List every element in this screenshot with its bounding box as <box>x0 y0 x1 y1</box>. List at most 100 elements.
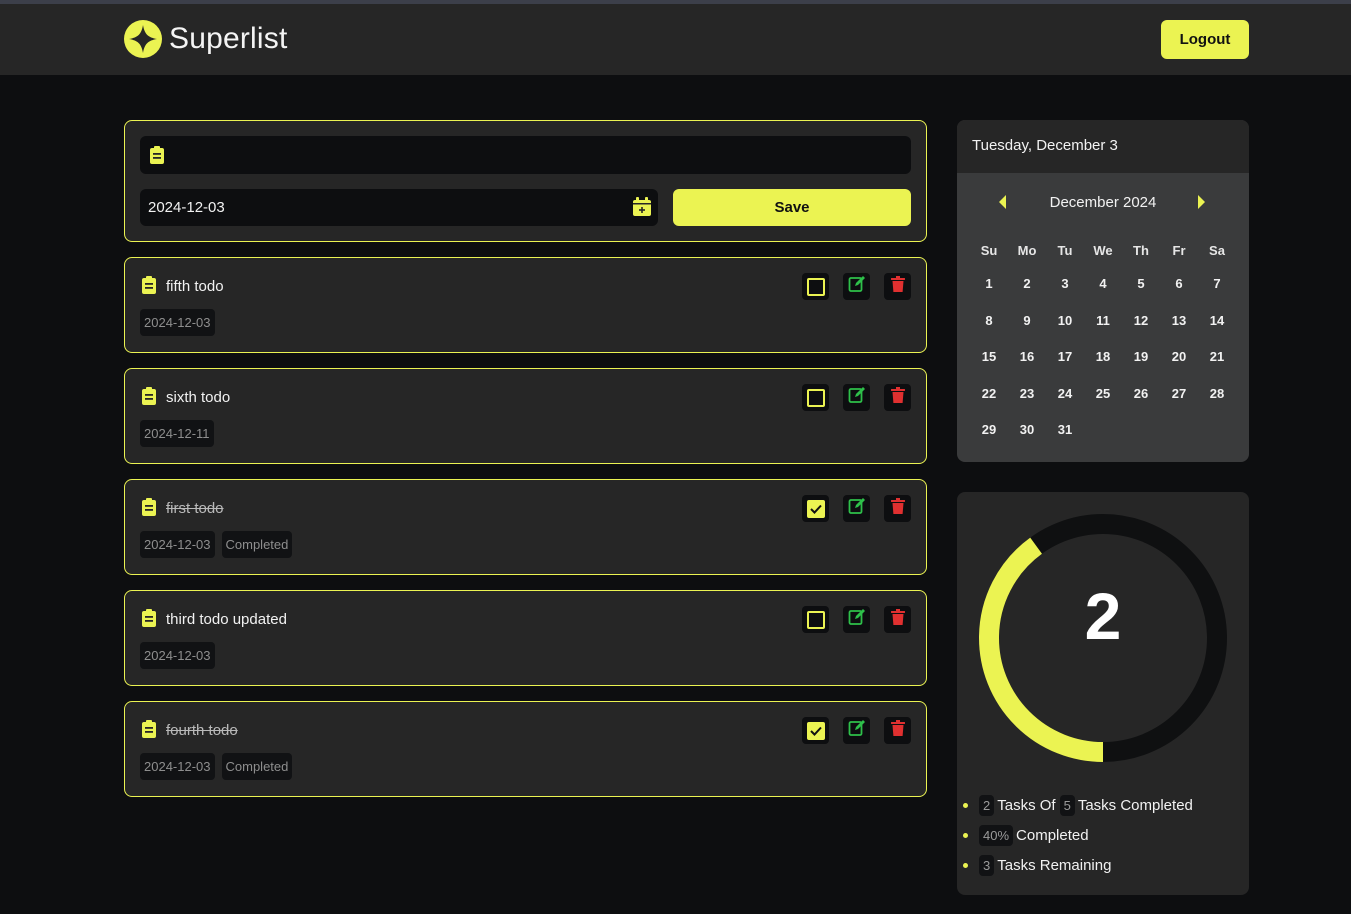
calendar-month-label: December 2024 <box>1049 194 1157 211</box>
calendar-day[interactable]: 5 <box>1122 276 1160 291</box>
save-button[interactable]: Save <box>673 189 911 226</box>
complete-checkbox[interactable] <box>802 717 829 744</box>
calendar-empty-cell <box>1160 422 1198 437</box>
total-count-badge: 5 <box>1059 794 1075 816</box>
calendar-day[interactable]: 14 <box>1198 313 1236 328</box>
edit-button[interactable] <box>843 273 870 300</box>
calendar-empty-cell <box>1198 422 1236 437</box>
calendar-week-row: 22 23 24 25 26 27 28 <box>970 386 1236 401</box>
todo-badges: 2024-12-03 <box>140 642 215 669</box>
progress-panel: 2 2 Tasks Of 5 Tasks Completed 40% Compl… <box>957 492 1249 895</box>
calendar-day[interactable]: 21 <box>1198 349 1236 364</box>
next-month-icon[interactable] <box>1197 195 1205 209</box>
calendar-day[interactable]: 28 <box>1198 386 1236 401</box>
todo-date-input[interactable]: 2024-12-03 <box>140 189 658 226</box>
remaining-count-badge: 3 <box>979 854 995 876</box>
calendar-day[interactable]: 27 <box>1160 386 1198 401</box>
calendar-day[interactable]: 2 <box>1008 276 1046 291</box>
todo-card: fifth todo 2024-12-03 <box>124 257 927 353</box>
complete-checkbox[interactable] <box>802 384 829 411</box>
app-name: Superlist <box>169 22 288 55</box>
calendar-day[interactable]: 20 <box>1160 349 1198 364</box>
todo-status-badge: Completed <box>221 753 293 780</box>
todo-date-badge: 2024-12-03 <box>140 531 215 558</box>
todo-date-badge: 2024-12-03 <box>140 753 215 780</box>
checkmark-icon <box>806 499 825 518</box>
complete-checkbox[interactable] <box>802 495 829 522</box>
tasks-remaining-label: Tasks Remaining <box>997 856 1112 874</box>
calendar-day[interactable]: 31 <box>1046 422 1084 437</box>
pencil-square-icon <box>848 497 866 520</box>
calendar-day[interactable]: 4 <box>1084 276 1122 291</box>
todo-date-value: 2024-12-03 <box>148 199 225 216</box>
calendar-day[interactable]: 22 <box>970 386 1008 401</box>
calendar-day[interactable]: 3 <box>1046 276 1084 291</box>
delete-button[interactable] <box>884 606 911 633</box>
todo-card: sixth todo 2024-12-11 <box>124 368 927 464</box>
complete-checkbox[interactable] <box>802 273 829 300</box>
calendar-day[interactable]: 19 <box>1122 349 1160 364</box>
calendar-day[interactable]: 16 <box>1008 349 1046 364</box>
delete-button[interactable] <box>884 717 911 744</box>
trash-icon <box>890 387 905 408</box>
todo-title: third todo updated <box>166 611 287 628</box>
calendar-day[interactable]: 24 <box>1046 386 1084 401</box>
calendar-plus-icon[interactable] <box>632 197 652 217</box>
calendar-day[interactable]: 23 <box>1008 386 1046 401</box>
logout-button[interactable]: Logout <box>1161 20 1249 59</box>
calendar-day[interactable]: 8 <box>970 313 1008 328</box>
calendar-day[interactable]: 7 <box>1198 276 1236 291</box>
bullet-dot <box>963 802 968 808</box>
calendar-day[interactable]: 10 <box>1046 313 1084 328</box>
calendar-day[interactable]: 26 <box>1122 386 1160 401</box>
complete-checkbox[interactable] <box>802 606 829 633</box>
todo-title: sixth todo <box>166 389 231 406</box>
weekday-label: Th <box>1133 243 1149 258</box>
calendar-day[interactable]: 1 <box>970 276 1008 291</box>
edit-button[interactable] <box>843 717 870 744</box>
todo-badges: 2024-12-03 Completed <box>140 753 293 780</box>
delete-button[interactable] <box>884 273 911 300</box>
delete-button[interactable] <box>884 495 911 522</box>
legend-item-remaining: 3 Tasks Remaining <box>963 850 1193 880</box>
calendar-day[interactable]: 25 <box>1084 386 1122 401</box>
sparkle-logo-icon <box>124 20 162 58</box>
bullet-dot <box>963 862 968 868</box>
calendar-day[interactable]: 12 <box>1122 313 1160 328</box>
todo-title-input[interactable] <box>140 136 911 174</box>
calendar-day[interactable]: 11 <box>1084 313 1122 328</box>
calendar-day[interactable]: 30 <box>1008 422 1046 437</box>
todo-title: fifth todo <box>166 278 224 295</box>
completed-label: Completed <box>1016 826 1089 844</box>
clipboard-icon <box>150 146 164 164</box>
todo-date-badge: 2024-12-03 <box>140 642 215 669</box>
trash-icon <box>890 720 905 741</box>
calendar-day[interactable]: 15 <box>970 349 1008 364</box>
pencil-square-icon <box>848 275 866 298</box>
calendar-day[interactable]: 18 <box>1084 349 1122 364</box>
calendar-day[interactable]: 9 <box>1008 313 1046 328</box>
bullet-dot <box>963 832 968 838</box>
todo-badges: 2024-12-03 Completed <box>140 531 293 558</box>
weekday-label: Su <box>980 243 998 258</box>
percent-badge: 40% <box>979 824 1014 846</box>
todo-card: first todo 2024-12-03 Completed <box>124 479 927 575</box>
edit-button[interactable] <box>843 495 870 522</box>
todo-actions <box>802 495 911 522</box>
todo-date-badge: 2024-12-03 <box>140 309 215 336</box>
calendar-day[interactable]: 13 <box>1160 313 1198 328</box>
trash-icon <box>890 498 905 519</box>
delete-button[interactable] <box>884 384 911 411</box>
calendar-day[interactable]: 29 <box>970 422 1008 437</box>
calendar-week-row: 1234567 <box>970 276 1236 291</box>
calendar-day[interactable]: 17 <box>1046 349 1084 364</box>
todo-status-badge: Completed <box>221 531 293 558</box>
trash-icon <box>890 609 905 630</box>
edit-button[interactable] <box>843 384 870 411</box>
tasks-completed-label: Tasks Completed <box>1077 796 1193 814</box>
calendar-day[interactable]: 6 <box>1160 276 1198 291</box>
edit-button[interactable] <box>843 606 870 633</box>
weekday-label: Tu <box>1057 243 1073 258</box>
weekday-label: Fr <box>1172 243 1186 258</box>
clipboard-icon <box>141 720 157 743</box>
